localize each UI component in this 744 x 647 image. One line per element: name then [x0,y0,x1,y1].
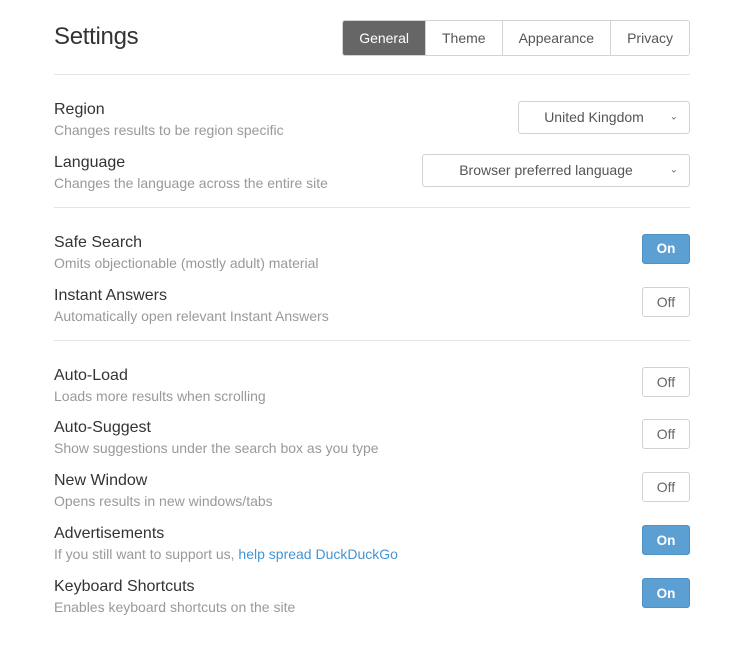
settings-tabs: General Theme Appearance Privacy [342,20,690,56]
row-auto-suggest: Auto-Suggest Show suggestions under the … [54,405,690,458]
toggle-keyboard-shortcuts[interactable]: On [642,578,690,608]
label-language: Language [54,154,402,172]
desc-instant-answers: Automatically open relevant Instant Answ… [54,307,622,326]
row-safe-search: Safe Search Omits objectionable (mostly … [54,220,690,273]
toggle-safe-search[interactable]: On [642,234,690,264]
label-instant-answers: Instant Answers [54,287,622,305]
desc-advertisements: If you still want to support us, help sp… [54,545,622,564]
row-new-window: New Window Opens results in new windows/… [54,458,690,511]
region-select-wrap: United Kingdom ⌄ [518,101,690,134]
row-auto-load: Auto-Load Loads more results when scroll… [54,353,690,406]
label-new-window: New Window [54,472,622,490]
row-language: Language Changes the language across the… [54,140,690,193]
row-instant-answers: Instant Answers Automatically open relev… [54,273,690,326]
tab-theme[interactable]: Theme [425,21,502,55]
toggle-instant-answers[interactable]: Off [642,287,690,317]
settings-group-region-language: Region Changes results to be region spec… [54,75,690,208]
tab-privacy[interactable]: Privacy [610,21,689,55]
desc-auto-suggest: Show suggestions under the search box as… [54,439,622,458]
desc-region: Changes results to be region specific [54,121,498,140]
desc-safe-search: Omits objectionable (mostly adult) mater… [54,254,622,273]
desc-auto-load: Loads more results when scrolling [54,387,622,406]
toggle-new-window[interactable]: Off [642,472,690,502]
settings-group-misc: Auto-Load Loads more results when scroll… [54,341,690,631]
row-keyboard-shortcuts: Keyboard Shortcuts Enables keyboard shor… [54,564,690,617]
label-keyboard-shortcuts: Keyboard Shortcuts [54,578,622,596]
row-region: Region Changes results to be region spec… [54,87,690,140]
label-safe-search: Safe Search [54,234,622,252]
label-region: Region [54,101,498,119]
region-select[interactable]: United Kingdom [518,101,690,134]
settings-group-safety: Safe Search Omits objectionable (mostly … [54,208,690,341]
tab-appearance[interactable]: Appearance [502,21,611,55]
label-auto-suggest: Auto-Suggest [54,419,622,437]
desc-advertisements-text: If you still want to support us, [54,546,238,562]
toggle-advertisements[interactable]: On [642,525,690,555]
label-auto-load: Auto-Load [54,367,622,385]
desc-language: Changes the language across the entire s… [54,174,402,193]
row-advertisements: Advertisements If you still want to supp… [54,511,690,564]
language-select[interactable]: Browser preferred language [422,154,690,187]
label-advertisements: Advertisements [54,525,622,543]
desc-new-window: Opens results in new windows/tabs [54,492,622,511]
desc-keyboard-shortcuts: Enables keyboard shortcuts on the site [54,598,622,617]
language-select-wrap: Browser preferred language ⌄ [422,154,690,187]
page-title: Settings [54,20,138,51]
toggle-auto-load[interactable]: Off [642,367,690,397]
settings-header: Settings General Theme Appearance Privac… [54,20,690,75]
toggle-auto-suggest[interactable]: Off [642,419,690,449]
help-spread-link[interactable]: help spread DuckDuckGo [238,546,398,562]
tab-general[interactable]: General [343,21,425,55]
